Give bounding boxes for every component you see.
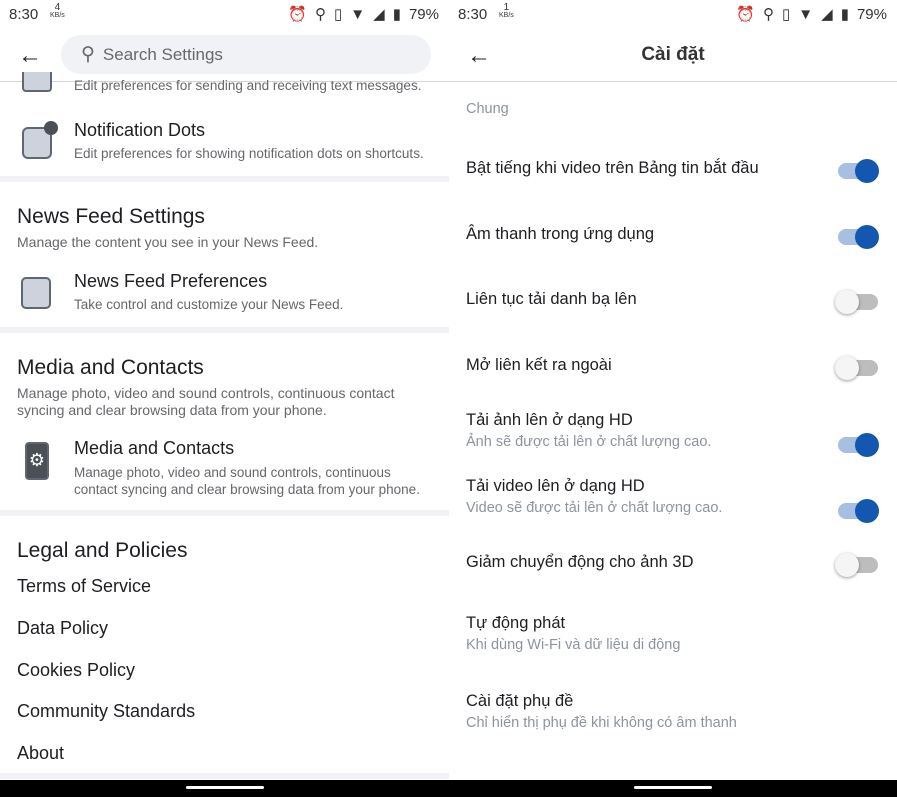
section-heading: Media and Contacts — [17, 356, 204, 379]
row-title: Tự động phát — [466, 614, 566, 632]
news-feed-preferences-icon — [21, 277, 51, 309]
search-icon: ⚲ — [81, 44, 95, 65]
section-divider — [0, 773, 449, 779]
battery-level: 79% — [408, 5, 439, 23]
community-standards-link[interactable]: Community Standards — [17, 701, 195, 722]
sms-icon — [22, 72, 52, 92]
toggle-knob — [855, 159, 879, 183]
battery-icon: ▮ — [840, 6, 849, 23]
toggle-switch[interactable] — [835, 553, 878, 577]
row-title: Liên tục tải danh bạ lên — [466, 290, 637, 308]
signal-icon: ◢ — [821, 6, 833, 23]
section-heading: Legal and Policies — [17, 539, 188, 562]
notification-dots-icon — [22, 121, 58, 159]
back-arrow-icon[interactable]: ← — [18, 42, 42, 70]
vibrate-icon: ▯ — [334, 6, 343, 23]
toggle-knob — [855, 225, 879, 249]
toggle-switch[interactable] — [838, 225, 879, 249]
battery-icon: ▮ — [392, 6, 401, 23]
data-policy-link[interactable]: Data Policy — [17, 618, 108, 639]
row-subtitle: Chỉ hiển thị phụ đề khi không có âm than… — [466, 715, 737, 731]
search-input[interactable]: ⚲ Search Settings — [61, 35, 431, 74]
toggle-switch[interactable] — [838, 498, 879, 523]
home-handle[interactable] — [185, 786, 264, 789]
home-handle[interactable] — [634, 786, 712, 789]
toggle-switch[interactable] — [835, 290, 878, 314]
search-settings-screen: 8:30 4 KB/s ⏰ ⚲ ▯ ▼ ◢ ▮ 79% ← ⚲ Search Settings … — [0, 0, 449, 797]
toggle-switch[interactable] — [838, 432, 879, 457]
row-title: Âm thanh trong ứng dụng — [466, 225, 655, 243]
alarm-icon: ⏰ — [736, 6, 756, 23]
page-title: Cài đặt — [641, 44, 705, 65]
toggle-switch[interactable] — [835, 356, 878, 380]
toggle-switch[interactable] — [838, 159, 879, 183]
row-subtitle: Ảnh sẽ được tải lên ở chất lượng cao. — [466, 434, 712, 450]
about-link[interactable]: About — [17, 743, 64, 764]
wifi-icon: ▼ — [798, 5, 814, 23]
section-divider — [0, 176, 449, 182]
battery-level: 79% — [856, 5, 887, 23]
clock: 8:30 — [9, 6, 39, 23]
navigation-bar — [0, 780, 449, 797]
section-label: Chung — [466, 101, 509, 117]
location-icon: ⚲ — [315, 6, 327, 23]
navigation-bar — [449, 780, 897, 797]
section-heading: News Feed Settings — [17, 205, 205, 228]
divider — [449, 81, 897, 82]
row-title: Cài đặt phụ đề — [466, 692, 574, 710]
phone-gear-icon: ⚙ — [25, 442, 49, 480]
cookies-policy-link[interactable]: Cookies Policy — [17, 660, 135, 681]
status-bar: 8:30 1 KB/s ⏰ ⚲ ▯ ▼ ◢ ▮ 79% — [449, 0, 897, 28]
alarm-icon: ⏰ — [288, 6, 308, 23]
status-bar: 8:30 4 KB/s ⏰ ⚲ ▯ ▼ ◢ ▮ 79% — [0, 0, 449, 28]
network-speed: 4 KB/s — [50, 2, 65, 20]
toggle-knob — [835, 356, 859, 380]
row-title: Giảm chuyển động cho ảnh 3D — [466, 553, 694, 571]
toggle-knob — [855, 498, 879, 523]
terms-link[interactable]: Terms of Service — [17, 576, 151, 597]
section-divider — [0, 510, 449, 516]
row-title: Tải ảnh lên ở dạng HD — [466, 411, 633, 429]
vibrate-icon: ▯ — [782, 6, 791, 23]
row-title: Tải video lên ở dạng HD — [466, 477, 645, 495]
row-title: Mở liên kết ra ngoài — [466, 356, 612, 374]
toggle-knob — [835, 290, 859, 314]
row-subtitle: Video sẽ được tải lên ở chất lượng cao. — [466, 500, 723, 516]
row-subtitle: Khi dùng Wi-Fi và dữ liệu di động — [466, 637, 681, 653]
signal-icon: ◢ — [373, 6, 385, 23]
toggle-knob — [855, 432, 879, 457]
toggle-knob — [835, 553, 859, 577]
clock: 8:30 — [458, 6, 488, 23]
row-title: Bật tiếng khi video trên Bảng tin bắt đầ… — [466, 159, 759, 177]
section-divider — [0, 327, 449, 333]
location-icon: ⚲ — [763, 6, 775, 23]
settings-screen: 8:30 1 KB/s ⏰ ⚲ ▯ ▼ ◢ ▮ 79% ← Cài đặt Chung Bật… — [449, 0, 897, 797]
network-speed: 1 KB/s — [499, 2, 514, 20]
wifi-icon: ▼ — [350, 5, 366, 23]
